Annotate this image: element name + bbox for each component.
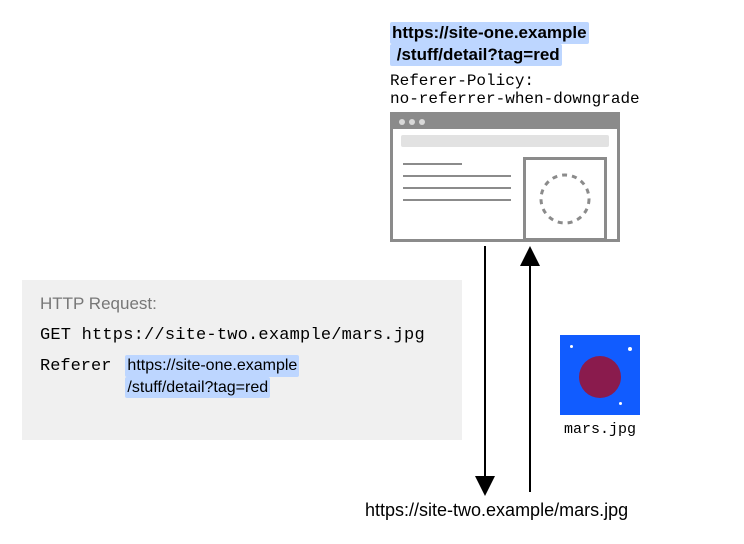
source-url-path: /stuff/detail?tag=red (390, 44, 562, 66)
page-text-placeholder (403, 157, 511, 241)
browser-window (390, 112, 620, 242)
window-control-dot (399, 119, 405, 125)
policy-value: no-referrer-when-downgrade (390, 90, 640, 108)
referer-path: /stuff/detail?tag=red (125, 377, 270, 399)
window-control-dot (409, 119, 415, 125)
resource-image: mars.jpg (560, 335, 640, 438)
request-title: HTTP Request: (40, 294, 444, 314)
referrer-policy: Referer-Policy: no-referrer-when-downgra… (390, 72, 640, 109)
image-placeholder (523, 157, 607, 241)
policy-header: Referer-Policy: (390, 72, 534, 90)
target-resource-url: https://site-two.example/mars.jpg (365, 500, 628, 521)
referer-origin: https://site-one.example (125, 355, 299, 377)
circle-placeholder-icon (535, 169, 595, 229)
image-filename: mars.jpg (560, 421, 640, 438)
window-control-dot (419, 119, 425, 125)
request-line: GET https://site-two.example/mars.jpg (40, 326, 444, 345)
referer-label: Referer (40, 355, 111, 376)
browser-address-bar (401, 135, 609, 147)
source-url-origin: https://site-one.example (390, 22, 589, 44)
planet-shape (579, 356, 621, 398)
source-page-url: https://site-one.example /stuff/detail?t… (390, 22, 589, 66)
browser-titlebar (393, 115, 617, 129)
http-request-card: HTTP Request: GET https://site-two.examp… (22, 280, 462, 440)
mars-image-icon (560, 335, 640, 415)
referer-header: Referer https://site-one.example /stuff/… (40, 355, 444, 398)
browser-viewport (393, 151, 617, 241)
